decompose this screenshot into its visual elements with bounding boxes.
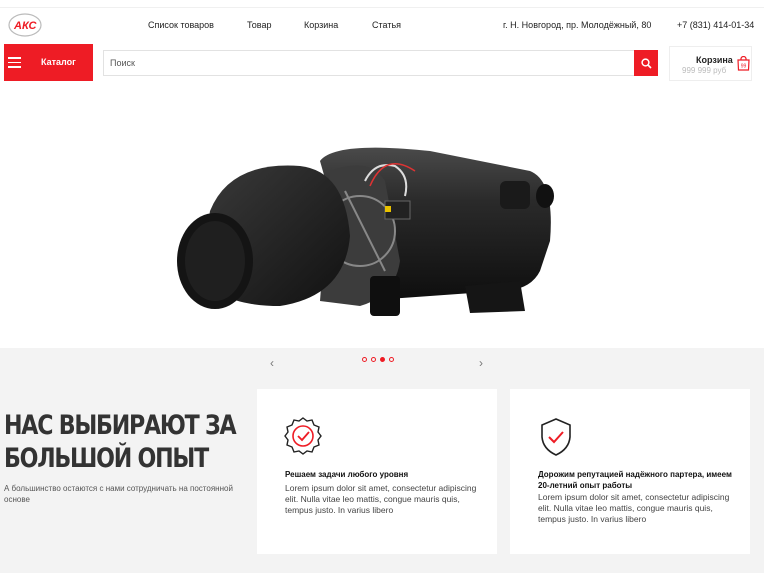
cart-widget[interactable]: Корзина 999 999 руб 99 (669, 46, 752, 81)
advantage-card: Решаем задачи любого уровня Lorem ipsum … (257, 389, 497, 554)
heater-product-image (177, 147, 554, 316)
slider-dot-3[interactable] (380, 357, 385, 362)
slider-next-arrow[interactable]: › (479, 356, 483, 370)
search-button[interactable] (634, 50, 658, 76)
section-title-line-1: НАС ВЫБИРАЮТ ЗА (4, 410, 237, 441)
card-text: Lorem ipsum dolor sit amet, consectetur … (285, 483, 477, 515)
slider-dots (362, 357, 394, 362)
section-title-line-2: БОЛЬШОЙ ОПЫТ (4, 443, 209, 474)
cart-title: Корзина (696, 55, 733, 65)
slider-dot-4[interactable] (389, 357, 394, 362)
advantage-card: Дорожим репутацией надёжного партера, им… (510, 389, 750, 554)
card-title: Решаем задачи любого уровня (285, 470, 409, 479)
slider-dot-2[interactable] (371, 357, 376, 362)
search-bar (103, 50, 658, 76)
menu-icon (8, 57, 21, 68)
shopping-bag-icon: 99 (737, 56, 750, 71)
card-text: Lorem ipsum dolor sit amet, consectetur … (538, 492, 730, 524)
section-subtitle: А большинство остаются с нами сотруднича… (4, 484, 233, 504)
logo[interactable]: АКС (8, 12, 42, 38)
search-input[interactable] (104, 51, 634, 75)
phone-number[interactable]: +7 (831) 414-01-34 (677, 20, 754, 30)
hero-slider (0, 81, 764, 348)
quality-badge-icon (284, 417, 322, 455)
nav-link-product[interactable]: Товар (247, 20, 272, 30)
shield-check-icon (541, 418, 571, 456)
address: г. Н. Новгород, пр. Молодёжный, 80 (503, 20, 652, 30)
slider-prev-arrow[interactable]: ‹ (270, 356, 274, 370)
slider-dot-1[interactable] (362, 357, 367, 362)
cart-count: 99 (741, 64, 747, 70)
search-icon (640, 57, 652, 69)
top-strip (0, 0, 764, 8)
catalog-button[interactable]: Каталог (4, 44, 93, 81)
catalog-label: Каталог (41, 57, 76, 67)
nav-link-article[interactable]: Статья (372, 20, 401, 30)
card-title: Дорожим репутацией надёжного партера, им… (538, 470, 732, 490)
section-title: НАС ВЫБИРАЮТ ЗА БОЛЬШОЙ ОПЫТ (4, 409, 237, 475)
nav-link-products[interactable]: Список товаров (148, 20, 214, 30)
nav-link-cart[interactable]: Корзина (304, 20, 338, 30)
cart-sum: 999 999 руб (682, 66, 727, 75)
header: АКС Список товаров Товар Корзина Статья … (0, 8, 764, 44)
logo-text: АКС (13, 20, 38, 32)
